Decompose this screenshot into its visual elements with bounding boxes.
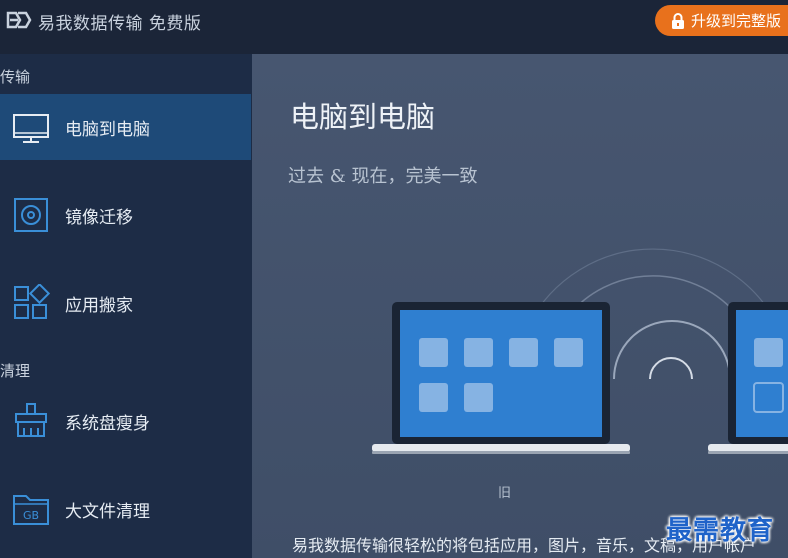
svg-text:GB: GB xyxy=(23,509,39,522)
title-bar: 易我数据传输 免费版 升级到完整版 xyxy=(0,0,788,54)
old-laptop xyxy=(372,302,630,454)
section-label-cleanup: 清理 xyxy=(0,362,31,380)
broom-icon xyxy=(15,403,47,437)
monitor-icon xyxy=(13,114,49,143)
section-label-transfer: 传输 xyxy=(0,68,31,86)
sidebar-item-label: 电脑到电脑 xyxy=(65,119,150,140)
sidebar-item-label: 大文件清理 xyxy=(65,501,150,522)
signal-arc-center xyxy=(649,357,693,380)
page-title: 电脑到电脑 xyxy=(290,100,436,134)
sidebar-item-image-migration[interactable]: 镜像迁移 xyxy=(0,182,251,248)
sidebar-item-app-migration[interactable]: 应用搬家 xyxy=(0,270,251,336)
upgrade-button[interactable]: 升级到完整版 xyxy=(655,5,788,36)
disk-image-icon xyxy=(14,198,48,232)
signal-arc-inner xyxy=(613,320,731,380)
sidebar-item-pc-to-pc[interactable]: 电脑到电脑 xyxy=(0,94,251,160)
upgrade-label: 升级到完整版 xyxy=(691,12,782,30)
sidebar-item-system-disk-slim[interactable]: 系统盘瘦身 xyxy=(0,388,251,454)
sidebar-item-large-file-cleanup[interactable]: GB 大文件清理 xyxy=(0,476,251,542)
old-pc-label: 旧 xyxy=(498,486,512,501)
sidebar: 传输 电脑到电脑 镜像迁移 应用搬家 清理 系统盘瘦身 GB 大文件清理 xyxy=(0,54,252,558)
app-logo-icon xyxy=(6,11,32,29)
main-panel: 电脑到电脑 过去 & 现在，完美一致 旧 易我数据传输很轻松的将包括应用，图片，… xyxy=(252,54,788,558)
sidebar-item-label: 镜像迁移 xyxy=(65,207,133,228)
sidebar-item-label: 系统盘瘦身 xyxy=(65,413,150,434)
apps-grid-icon xyxy=(14,284,50,319)
tagline: 过去 & 现在，完美一致 xyxy=(288,166,478,187)
gb-folder-icon: GB xyxy=(13,495,49,525)
app-title: 易我数据传输 免费版 xyxy=(38,14,202,34)
new-laptop xyxy=(708,302,788,454)
sidebar-item-label: 应用搬家 xyxy=(65,295,133,316)
pc-transfer-illustration xyxy=(372,248,788,454)
watermark: 最需教育 xyxy=(666,516,775,546)
lock-icon xyxy=(672,12,684,29)
